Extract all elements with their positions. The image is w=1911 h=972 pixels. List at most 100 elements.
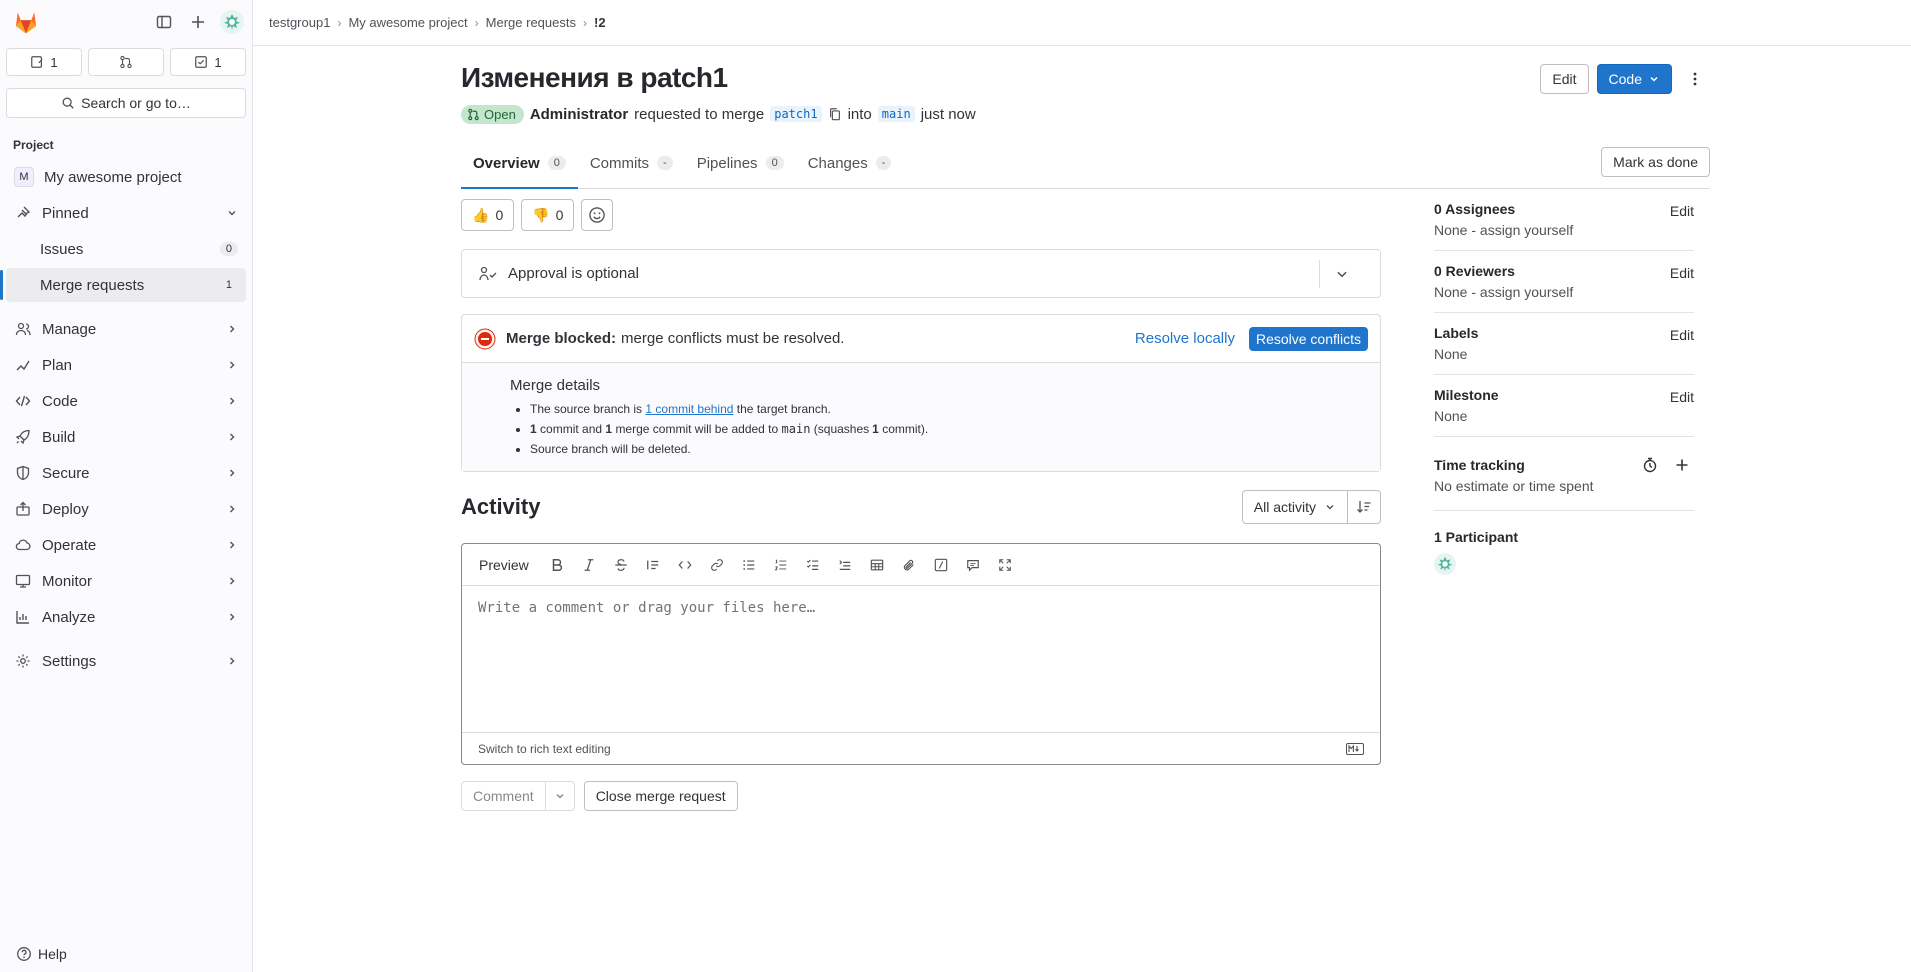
sidebar-item-issues[interactable]: Issues 0 (6, 232, 246, 266)
sidebar-item-monitor[interactable]: Monitor (6, 564, 246, 598)
labels-edit-button[interactable]: Edit (1670, 327, 1694, 343)
source-branch[interactable]: patch1 (770, 106, 822, 122)
breadcrumb-item-current[interactable]: !2 (594, 15, 606, 30)
sidebar-item-analyze[interactable]: Analyze (6, 600, 246, 634)
slash-commands-icon[interactable] (925, 550, 957, 580)
user-avatar-icon[interactable] (220, 10, 244, 34)
sidebar-item-secure[interactable]: Secure (6, 456, 246, 490)
gitlab-logo-icon[interactable] (12, 8, 40, 36)
sidebar-item-label: Monitor (42, 572, 93, 590)
collapsible-icon[interactable] (829, 550, 861, 580)
sidebar-item-build[interactable]: Build (6, 420, 246, 454)
comment-icon[interactable] (957, 550, 989, 580)
strikethrough-icon[interactable] (605, 550, 637, 580)
merge-request-icon (120, 55, 132, 69)
search-button[interactable]: Search or go to… (6, 88, 246, 118)
participants-title: 1 Participant (1434, 529, 1519, 545)
link-icon[interactable] (701, 550, 733, 580)
more-actions-icon[interactable] (1680, 64, 1710, 94)
plus-icon[interactable] (1674, 457, 1690, 473)
merge-details-title: Merge details (510, 377, 601, 394)
breadcrumb-item-group[interactable]: testgroup1 (269, 15, 330, 30)
tab-commits[interactable]: Commits - (578, 138, 685, 188)
sidebar-item-settings[interactable]: Settings (6, 644, 246, 678)
copy-icon[interactable] (828, 107, 842, 121)
plus-icon[interactable] (186, 10, 210, 34)
sidebar-item-deploy[interactable]: Deploy (6, 492, 246, 526)
tab-pipelines[interactable]: Pipelines 0 (685, 138, 796, 188)
thumbs-up-button[interactable]: 👍 0 (461, 199, 515, 231)
sidebar-item-code[interactable]: Code (6, 384, 246, 418)
sidebar-item-manage[interactable]: Manage (6, 312, 246, 346)
question-icon (17, 947, 31, 961)
sidebar-item-label: Manage (42, 320, 97, 338)
mr-meta: Open Administrator requested to merge pa… (461, 102, 1710, 126)
help-button[interactable]: Help (16, 946, 67, 962)
author-link[interactable]: Administrator (530, 106, 628, 123)
target-branch[interactable]: main (877, 106, 915, 122)
search-icon (62, 97, 74, 109)
comment-button[interactable]: Comment (461, 781, 546, 811)
mark-as-done-button[interactable]: Mark as done (1601, 147, 1710, 177)
sidebar-item-merge-requests[interactable]: Merge requests 1 (0, 268, 246, 302)
merge-requests-count-button[interactable] (88, 48, 164, 76)
close-merge-request-button[interactable]: Close merge request (583, 781, 738, 811)
merge-detail-behind: The source branch is 1 commit behind the… (530, 399, 1364, 419)
breadcrumb-separator-icon: › (337, 15, 342, 30)
preview-tab[interactable]: Preview (471, 557, 537, 573)
edit-button[interactable]: Edit (1540, 64, 1589, 94)
table-icon[interactable] (861, 550, 893, 580)
sidebar-top (0, 0, 252, 44)
assignees-edit-button[interactable]: Edit (1670, 203, 1694, 219)
chevron-down-icon[interactable] (1320, 267, 1364, 281)
users-icon (14, 320, 32, 338)
comment-textarea[interactable]: Write a comment or drag your files here… (462, 586, 1380, 630)
fullscreen-icon[interactable] (989, 550, 1021, 580)
task-list-icon[interactable] (797, 550, 829, 580)
thumbtack-icon (14, 204, 32, 222)
chart-icon (14, 608, 32, 626)
sidebar-toggle-icon[interactable] (152, 10, 176, 34)
tab-overview[interactable]: Overview 0 (461, 138, 578, 189)
code-icon[interactable] (669, 550, 701, 580)
comment-options-button[interactable] (545, 781, 575, 811)
thumbs-down-icon: 👎 (532, 206, 550, 223)
issues-count-button[interactable]: 1 (6, 48, 82, 76)
milestone-edit-button[interactable]: Edit (1670, 389, 1694, 405)
chevron-down-icon (1650, 76, 1658, 82)
reviewers-edit-button[interactable]: Edit (1670, 265, 1694, 281)
add-reaction-button[interactable] (581, 199, 614, 231)
breadcrumb-item-project[interactable]: My awesome project (348, 15, 467, 30)
sidebar-item-plan[interactable]: Plan (6, 348, 246, 382)
numbered-list-icon[interactable] (765, 550, 797, 580)
breadcrumb-item-merge-requests[interactable]: Merge requests (486, 15, 576, 30)
sidebar-item-project[interactable]: M My awesome project (6, 160, 246, 194)
switch-rich-text-button[interactable]: Switch to rich text editing (478, 742, 611, 756)
activity-filter-dropdown[interactable]: All activity (1241, 490, 1348, 524)
sort-order-button[interactable] (1348, 490, 1381, 524)
sidebar-item-operate[interactable]: Operate (6, 528, 246, 562)
italic-icon[interactable] (573, 550, 605, 580)
participant-avatar-icon[interactable] (1434, 553, 1694, 575)
tab-changes[interactable]: Changes - (796, 138, 904, 188)
chevron-right-icon (226, 503, 238, 515)
sidebar-item-label: Issues (40, 240, 84, 258)
resolve-locally-button[interactable]: Resolve locally (1135, 330, 1235, 347)
bold-icon[interactable] (541, 550, 573, 580)
commits-behind-link[interactable]: 1 commit behind (645, 402, 733, 416)
chevron-right-icon (226, 575, 238, 587)
approval-widget[interactable]: Approval is optional (461, 249, 1381, 298)
todos-count-button[interactable]: 1 (170, 48, 246, 76)
sidebar-item-pinned[interactable]: Pinned (6, 196, 246, 230)
rocket-icon (14, 428, 32, 446)
quote-icon[interactable] (637, 550, 669, 580)
thumbs-down-button[interactable]: 👎 0 (521, 199, 575, 231)
action-text: requested to merge (634, 105, 765, 123)
paperclip-icon[interactable] (893, 550, 925, 580)
code-dropdown-button[interactable]: Code (1596, 64, 1672, 94)
reviewers-value[interactable]: None - assign yourself (1434, 284, 1694, 300)
stopwatch-icon[interactable] (1642, 457, 1658, 473)
resolve-conflicts-button[interactable]: Resolve conflicts (1248, 326, 1368, 351)
assignees-value[interactable]: None - assign yourself (1434, 222, 1694, 238)
bullet-list-icon[interactable] (733, 550, 765, 580)
